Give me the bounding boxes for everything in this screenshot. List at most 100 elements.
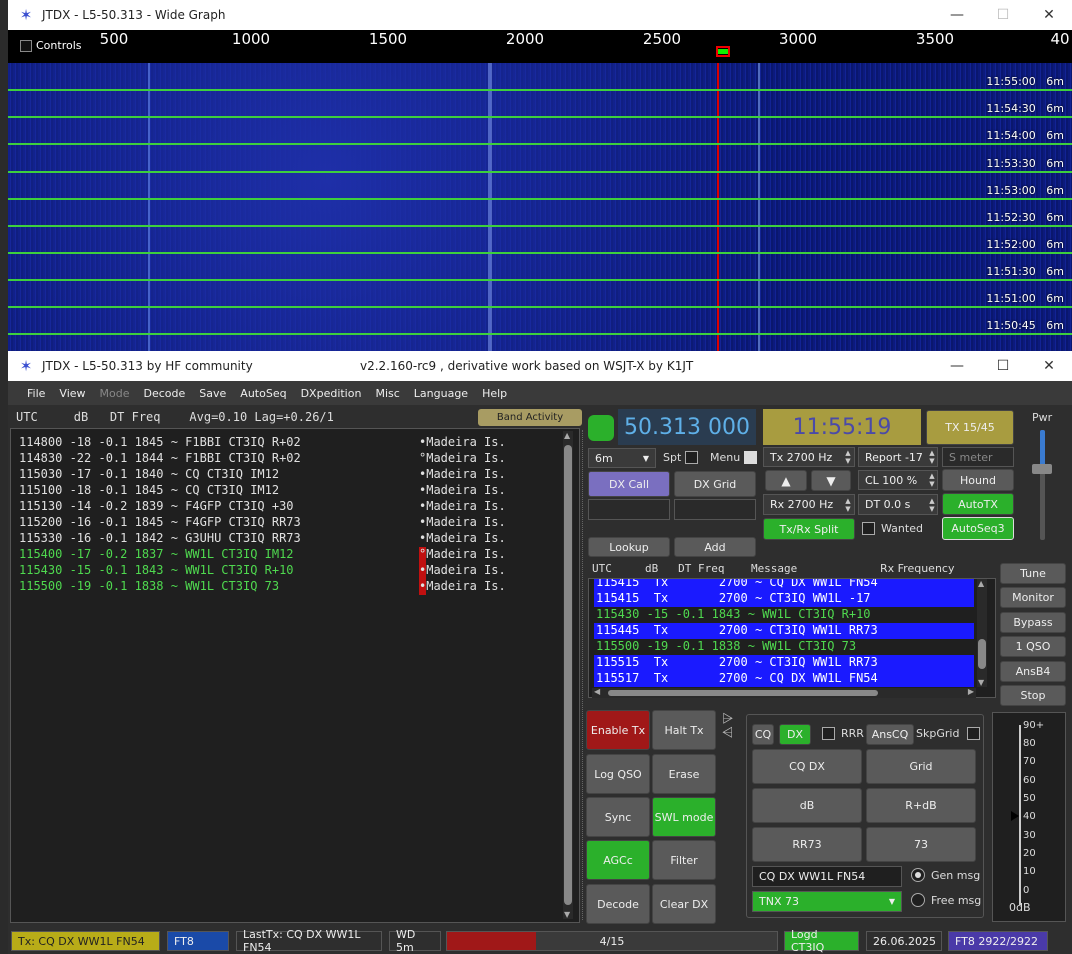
scroll-right-icon[interactable]: ▶ [968, 687, 974, 696]
menu-language[interactable]: Language [407, 387, 475, 400]
rdb-msg-button[interactable]: R+dB [866, 788, 976, 823]
wanted-toggle[interactable]: Wanted [862, 522, 923, 535]
db-msg-button[interactable]: dB [752, 788, 862, 823]
decode-button[interactable]: Decode [586, 884, 650, 924]
menu-save[interactable]: Save [192, 387, 233, 400]
message-row[interactable]: 115430 -15 -0.1 1843 ~ WW1L CT3IQ R+10 [594, 607, 974, 623]
clear-dx-button[interactable]: Clear DX [652, 884, 716, 924]
autotx-button[interactable]: AutoTX [942, 493, 1014, 515]
controls-checkbox[interactable] [20, 39, 32, 52]
skpgrid-checkbox[interactable] [967, 727, 981, 740]
menu-help[interactable]: Help [475, 387, 514, 400]
spt-checkbox[interactable] [685, 451, 699, 464]
wanted-checkbox[interactable] [862, 522, 875, 535]
message-list-hscrollbar[interactable]: ◀ ▶ [592, 687, 976, 698]
minimize-icon[interactable]: — [934, 0, 980, 30]
main-title-bar[interactable]: ✶ JTDX - L5-50.313 by HF community v2.2.… [8, 351, 1072, 381]
message-row[interactable]: 115517 Tx 2700 ~ CQ DX WW1L FN54 [594, 671, 974, 687]
gen-msg-field[interactable]: CQ DX WW1L FN54 [752, 866, 902, 887]
menu-file[interactable]: File [20, 387, 52, 400]
stop-button[interactable]: Stop [1000, 685, 1066, 706]
grid-msg-button[interactable]: Grid [866, 749, 976, 784]
tx-period-button[interactable]: TX 15/45 [926, 410, 1014, 445]
txrx-split-button[interactable]: Tx/Rx Split [763, 518, 855, 540]
menu-toggle[interactable]: Menu [710, 451, 758, 464]
band-activity-list[interactable]: 114800 -18 -0.1 1845 ~ F1BBI CT3IQ R+02 •… [10, 428, 580, 923]
cl-spinner[interactable]: ▲ ▼ [926, 470, 938, 490]
lookup-button[interactable]: Lookup [588, 537, 670, 557]
menu-dxpedition[interactable]: DXpedition [294, 387, 369, 400]
menu-checkbox[interactable] [744, 451, 758, 464]
freq-down-button[interactable]: ▼ [811, 470, 851, 491]
waterfall-display[interactable]: 11:55:00 6m 11:54:30 6m 11:54:00 6m 11:5… [8, 63, 1072, 351]
scroll-left-icon[interactable]: ◀ [594, 687, 600, 696]
halt-tx-button[interactable]: Halt Tx [652, 710, 716, 750]
band-select[interactable]: 6m ▼ [588, 448, 656, 468]
maximize-icon[interactable]: ☐ [980, 0, 1026, 30]
dx-grid-input[interactable] [674, 499, 756, 520]
menu-decode[interactable]: Decode [137, 387, 193, 400]
hound-button[interactable]: Hound [942, 469, 1014, 491]
swl-mode-button[interactable]: SWL mode [652, 797, 716, 837]
band-activity-button[interactable]: Band Activity [478, 409, 582, 426]
frequency-ruler[interactable]: Controls 500 1000 1500 2000 2500 3000 35… [8, 30, 1072, 63]
band-activity-row[interactable]: 115130 -14 -0.2 1839 ~ F4GFP CT3IQ +30 •M… [19, 499, 506, 515]
skpgrid-toggle[interactable]: SkpGrid [916, 727, 981, 740]
band-activity-row[interactable]: 115030 -17 -0.1 1840 ~ CQ CT3IQ IM12 •Mad… [19, 467, 506, 483]
scroll-thumb[interactable] [564, 445, 572, 905]
cq-button[interactable]: CQ [752, 724, 774, 745]
power-slider[interactable] [1032, 430, 1052, 540]
bypass-button[interactable]: Bypass [1000, 612, 1066, 633]
message-row[interactable]: 115515 Tx 2700 ~ CT3IQ WW1L RR73 [594, 655, 974, 671]
message-row[interactable]: 115415 Tx 2700 ~ CQ DX WW1L FN54 [594, 579, 974, 591]
message-row[interactable]: 115445 Tx 2700 ~ CT3IQ WW1L RR73 [594, 623, 974, 639]
maximize-icon[interactable]: ☐ [980, 351, 1026, 381]
filter-button[interactable]: Filter [652, 840, 716, 880]
band-activity-scrollbar[interactable]: ▲ ▼ [563, 431, 573, 919]
cq-dx-msg-button[interactable]: CQ DX [752, 749, 862, 784]
minimize-icon[interactable]: — [934, 351, 980, 381]
band-activity-row[interactable]: 115400 -17 -0.2 1837 ~ WW1L CT3IQ IM12 °M… [19, 547, 506, 563]
menu-misc[interactable]: Misc [368, 387, 406, 400]
scroll-up-icon[interactable]: ▲ [564, 431, 570, 440]
tx-frequency-spinner[interactable]: ▲ ▼ [842, 447, 854, 467]
free-msg-select[interactable]: TNX 73 ▼ [752, 891, 902, 912]
one-qso-button[interactable]: 1 QSO [1000, 636, 1066, 657]
erase-button[interactable]: Erase [652, 754, 716, 794]
rr73-msg-button[interactable]: RR73 [752, 827, 862, 862]
anscq-button[interactable]: AnsCQ [866, 724, 914, 745]
freq-up-button[interactable]: ▲ [765, 470, 807, 491]
report-spinner[interactable]: ▲ ▼ [926, 447, 938, 467]
autoseq3-button[interactable]: AutoSeq3 [942, 517, 1014, 540]
tune-button[interactable]: Tune [1000, 563, 1066, 584]
rx-frequency-spinner[interactable]: ▲ ▼ [842, 494, 854, 515]
monitor-button[interactable]: Monitor [1000, 587, 1066, 608]
band-activity-row[interactable]: 114830 -22 -0.1 1844 ~ F1BBI CT3IQ R+02 °… [19, 451, 506, 467]
log-qso-button[interactable]: Log QSO [586, 754, 650, 794]
dx-button[interactable]: DX [779, 724, 811, 745]
band-activity-row[interactable]: 115330 -16 -0.1 1842 ~ G3UHU CT3IQ RR73 •… [19, 531, 506, 547]
dx-call-button[interactable]: DX Call [588, 471, 670, 497]
menu-autoseq[interactable]: AutoSeq [233, 387, 293, 400]
rx-frequency-list[interactable]: 115415 Tx 2700 ~ CQ DX WW1L FN54 115415 T… [588, 578, 996, 698]
scroll-thumb[interactable] [608, 690, 878, 696]
close-icon[interactable]: ✕ [1026, 351, 1072, 381]
gen-msg-radio[interactable]: Gen msg [911, 868, 980, 882]
spt-toggle[interactable]: Spt [663, 451, 699, 464]
band-activity-row[interactable]: 115200 -16 -0.1 1845 ~ F4GFP CT3IQ RR73 •… [19, 515, 506, 531]
controls-toggle[interactable]: Controls [20, 39, 82, 52]
agcc-button[interactable]: AGCc [586, 840, 650, 880]
scroll-up-icon[interactable]: ▲ [978, 579, 984, 588]
s73-msg-button[interactable]: 73 [866, 827, 976, 862]
dx-call-input[interactable] [588, 499, 670, 520]
band-activity-row[interactable]: 115430 -15 -0.1 1843 ~ WW1L CT3IQ R+10 •M… [19, 563, 506, 579]
free-msg-radio[interactable]: Free msg [911, 893, 981, 907]
scroll-down-icon[interactable]: ▼ [564, 910, 570, 919]
scroll-thumb[interactable] [978, 639, 986, 669]
scroll-down-icon[interactable]: ▼ [978, 678, 984, 687]
dx-grid-button[interactable]: DX Grid [674, 471, 756, 497]
message-list-scrollbar[interactable]: ▲ ▼ [977, 579, 987, 687]
band-activity-row[interactable]: 115500 -19 -0.1 1838 ~ WW1L CT3IQ 73 •Mad… [19, 579, 506, 595]
free-msg-radio-button[interactable] [911, 893, 925, 907]
sync-button[interactable]: Sync [586, 797, 650, 837]
